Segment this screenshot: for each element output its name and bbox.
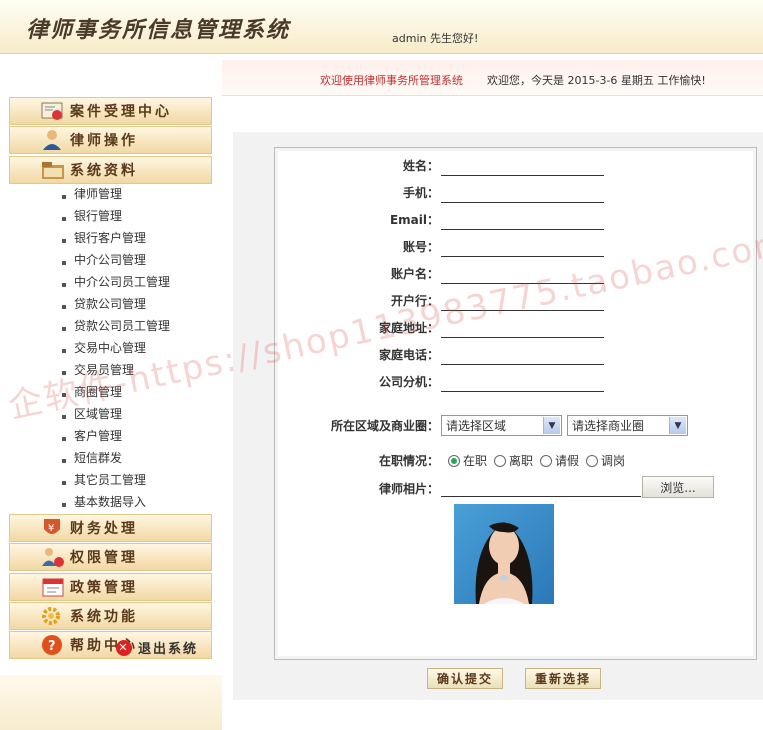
submenu-item[interactable]: 短信群发 [62, 447, 122, 469]
date-text: 欢迎您，今天是 2015-3-6 星期五 工作愉快! [487, 74, 706, 87]
account-name-input[interactable] [441, 283, 604, 284]
chevron-down-icon: ▼ [669, 417, 686, 434]
menu-system-data[interactable]: 系统资料 [9, 156, 212, 184]
menu-system-functions[interactable]: 系统功能 [9, 602, 212, 630]
field-label: Email： [389, 213, 439, 227]
yen-shield-icon: ¥ [38, 516, 68, 540]
menu-label: 政策管理 [70, 580, 138, 596]
menu-label: 系统功能 [70, 609, 138, 625]
field-label: 账户名： [390, 267, 439, 281]
status-radio-3[interactable]: 调岗 [586, 452, 625, 469]
calendar-icon [38, 575, 68, 599]
extension-input[interactable] [441, 391, 604, 392]
submenu-item[interactable]: 交易中心管理 [62, 337, 146, 359]
photo-label: 律师相片： [378, 482, 439, 496]
home-address-input[interactable] [441, 337, 604, 338]
close-icon: ✕ [116, 639, 132, 656]
account-input[interactable] [441, 256, 604, 257]
lawyer-photo [454, 504, 554, 604]
folder-icon [38, 158, 68, 182]
app-logo-title: 律师事务所信息管理系统 [26, 17, 291, 43]
svg-text:¥: ¥ [48, 523, 54, 534]
status-radio-1[interactable]: 离职 [494, 452, 533, 469]
business-area-select[interactable]: 请选择商业圈 ▼ [567, 415, 688, 436]
header-bar: 律师事务所信息管理系统 admin 先生您好! [0, 0, 763, 54]
lock-user-icon [38, 545, 68, 569]
status-radio-0[interactable]: 在职 [448, 452, 487, 469]
submenu-item[interactable]: 区域管理 [62, 403, 122, 425]
reset-button[interactable]: 重新选择 [525, 668, 601, 689]
submenu-item[interactable]: 贷款公司员工管理 [62, 315, 170, 337]
status-radio-2[interactable]: 请假 [540, 452, 579, 469]
submenu-item[interactable]: 律师管理 [62, 183, 122, 205]
field-label: 姓名： [402, 159, 439, 173]
submenu-item[interactable]: 贷款公司管理 [62, 293, 146, 315]
field-label: 账号： [402, 240, 439, 254]
logout-button[interactable]: ✕ 退出系统 [116, 638, 198, 657]
submenu-item[interactable]: 客户管理 [62, 425, 122, 447]
submit-button[interactable]: 确认提交 [427, 668, 503, 689]
menu-label: 财务处理 [70, 521, 138, 537]
menu-policy[interactable]: 政策管理 [9, 573, 212, 601]
menu-lawyer-ops[interactable]: 律师操作 [9, 126, 212, 154]
region-select[interactable]: 请选择区域 ▼ [441, 415, 562, 436]
chevron-down-icon: ▼ [543, 417, 560, 434]
photo-file-input[interactable] [441, 477, 641, 497]
submenu-item[interactable]: 中介公司员工管理 [62, 271, 170, 293]
field-label: 家庭地址： [378, 321, 439, 335]
field-label: 公司分机： [378, 375, 439, 389]
email-input[interactable] [441, 229, 604, 230]
gear-icon [38, 604, 68, 628]
user-icon [38, 128, 68, 152]
browse-button[interactable]: 浏览... [642, 476, 714, 498]
submenu-item[interactable]: 交易员管理 [62, 359, 134, 381]
sidebar-footer [0, 675, 222, 730]
bank-input[interactable] [441, 310, 604, 311]
phone-input[interactable] [441, 202, 604, 203]
submenu-item[interactable]: 商圈管理 [62, 381, 122, 403]
menu-label: 律师操作 [70, 133, 138, 149]
welcome-bar: 欢迎使用律师事务所管理系统 欢迎您，今天是 2015-3-6 星期五 工作愉快! [222, 60, 763, 96]
svg-text:?: ? [48, 639, 56, 654]
field-label: 家庭电话： [378, 348, 439, 362]
field-label: 开户行： [390, 294, 439, 308]
submenu-item[interactable]: 银行管理 [62, 205, 122, 227]
menu-finance[interactable]: ¥ 财务处理 [9, 514, 212, 542]
menu-label: 权限管理 [70, 550, 138, 566]
menu-label: 系统资料 [70, 163, 138, 179]
submenu-item[interactable]: 基本数据导入 [62, 491, 146, 513]
submenu-item[interactable]: 其它员工管理 [62, 469, 146, 491]
submenu-item[interactable]: 银行客户管理 [62, 227, 146, 249]
region-label: 所在区域及商业圈： [330, 419, 439, 433]
menu-label: 案件受理中心 [70, 104, 172, 120]
name-input[interactable] [441, 175, 604, 176]
menu-case-center[interactable]: 案件受理中心 [9, 97, 212, 125]
menu-permissions[interactable]: 权限管理 [9, 543, 212, 571]
user-greeting: admin 先生您好! [392, 32, 479, 45]
help-icon: ? [38, 633, 68, 657]
submenu-item[interactable]: 中介公司管理 [62, 249, 146, 271]
certificate-icon [38, 99, 68, 123]
field-label: 手机： [402, 186, 439, 200]
status-label: 在职情况： [378, 454, 439, 468]
home-phone-input[interactable] [441, 364, 604, 365]
welcome-text: 欢迎使用律师事务所管理系统 [320, 74, 463, 87]
